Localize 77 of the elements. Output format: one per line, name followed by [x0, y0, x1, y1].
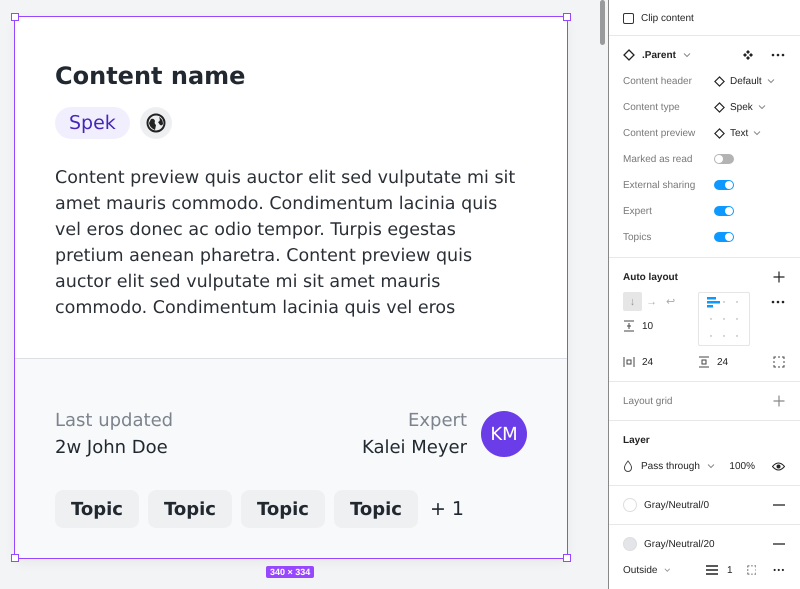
toggle-switch[interactable]: [714, 154, 734, 164]
diamond-icon: [714, 128, 725, 138]
content-title: Content name: [55, 61, 246, 92]
more-icon[interactable]: [771, 53, 785, 57]
vertical-padding-value[interactable]: 24: [717, 356, 728, 368]
resize-handle[interactable]: [11, 554, 19, 562]
section-title: Layout grid: [623, 396, 672, 406]
resize-handle[interactable]: [563, 554, 571, 562]
stroke-weight-value[interactable]: 1: [727, 564, 733, 576]
property-label: Content preview: [623, 128, 696, 138]
variant-dropdown[interactable]: Text: [730, 128, 748, 138]
variant-dropdown[interactable]: Default: [730, 76, 762, 86]
chevron-down-icon: [758, 104, 766, 110]
updated-value: 2w John Doe: [55, 436, 169, 460]
chevron-down-icon: [682, 52, 691, 58]
clip-content-label: Clip content: [641, 12, 694, 24]
plus-icon[interactable]: [773, 271, 785, 283]
individual-strokes-icon[interactable]: [746, 564, 756, 576]
resize-handle[interactable]: [563, 13, 571, 21]
stroke-weight-icon: [706, 565, 718, 575]
minus-icon[interactable]: [773, 504, 785, 506]
eye-icon[interactable]: [772, 462, 785, 470]
property-label: Expert: [623, 206, 653, 216]
updated-label: Last updated: [55, 409, 174, 433]
toggle-switch[interactable]: [714, 232, 734, 242]
section-title: Auto layout: [623, 272, 678, 282]
component-icon[interactable]: [742, 49, 754, 61]
drop-icon: [623, 460, 633, 472]
more-icon[interactable]: [771, 300, 785, 304]
property-label: Topics: [623, 232, 652, 242]
chevron-down-icon: [706, 463, 715, 469]
diamond-icon: [623, 49, 635, 61]
scrollbar[interactable]: [600, 0, 605, 45]
property-label: Content header: [623, 76, 693, 86]
style-name[interactable]: Gray/Neutral/20: [644, 538, 715, 550]
alignment-grid[interactable]: [698, 292, 750, 346]
diamond-icon: [714, 76, 725, 86]
color-swatch[interactable]: [623, 498, 637, 512]
blend-mode-dropdown[interactable]: Pass through: [641, 460, 700, 472]
chevron-down-icon: [766, 78, 775, 84]
content-preview: Content preview quis auctor elit sed vulputate mi sit amet mauris commodo. Condimentum lacinia quis vel eros donec ac odio tempor. Turpis egestas pretium aenean pharetra. Content preview quis auctor elit sed vulputate mi sit amet mauris commodo. Condimentum lacinia quis vel eros: [55, 167, 516, 320]
stroke-position-dropdown[interactable]: Outside: [623, 564, 658, 576]
toggle-switch[interactable]: [714, 206, 734, 216]
style-name[interactable]: Gray/Neutral/0: [644, 500, 710, 510]
variant-dropdown[interactable]: Spek: [730, 102, 753, 112]
toggle-switch[interactable]: [714, 180, 734, 190]
minus-icon[interactable]: [773, 543, 785, 545]
type-chip: Spek: [55, 107, 130, 139]
individual-padding-icon[interactable]: [773, 356, 785, 368]
globe-icon: [140, 107, 172, 139]
checkbox[interactable]: [623, 12, 634, 24]
diamond-icon: [714, 102, 725, 112]
topic-tag: Topic: [240, 490, 325, 528]
property-label: Content type: [623, 102, 681, 112]
chevron-down-icon: [664, 567, 672, 573]
topic-tag: Topic: [334, 490, 418, 528]
property-label: Marked as read: [623, 154, 694, 164]
topic-tag: Topic: [148, 490, 232, 528]
vertical-padding-icon: [698, 356, 710, 368]
more-topics-count: + 1: [430, 498, 464, 520]
component-name[interactable]: .Parent: [642, 50, 676, 60]
more-icon[interactable]: [773, 568, 785, 572]
section-title: Layer: [623, 434, 650, 446]
horizontal-padding-icon: [623, 356, 635, 368]
opacity-value[interactable]: 100%: [729, 460, 755, 472]
resize-handle[interactable]: [11, 13, 19, 21]
property-label: External sharing: [623, 180, 696, 190]
avatar: KM: [481, 411, 527, 457]
expert-name: Kalei Meyer: [362, 436, 467, 460]
chevron-down-icon: [753, 130, 762, 136]
color-swatch[interactable]: [623, 537, 637, 551]
expert-label: Expert: [408, 409, 467, 433]
topic-tag: Topic: [55, 490, 139, 528]
spacing-icon: [623, 320, 635, 332]
size-badge: 340 × 334: [266, 566, 314, 578]
gap-value[interactable]: 10: [642, 320, 654, 332]
horizontal-padding-value[interactable]: 24: [642, 356, 654, 368]
